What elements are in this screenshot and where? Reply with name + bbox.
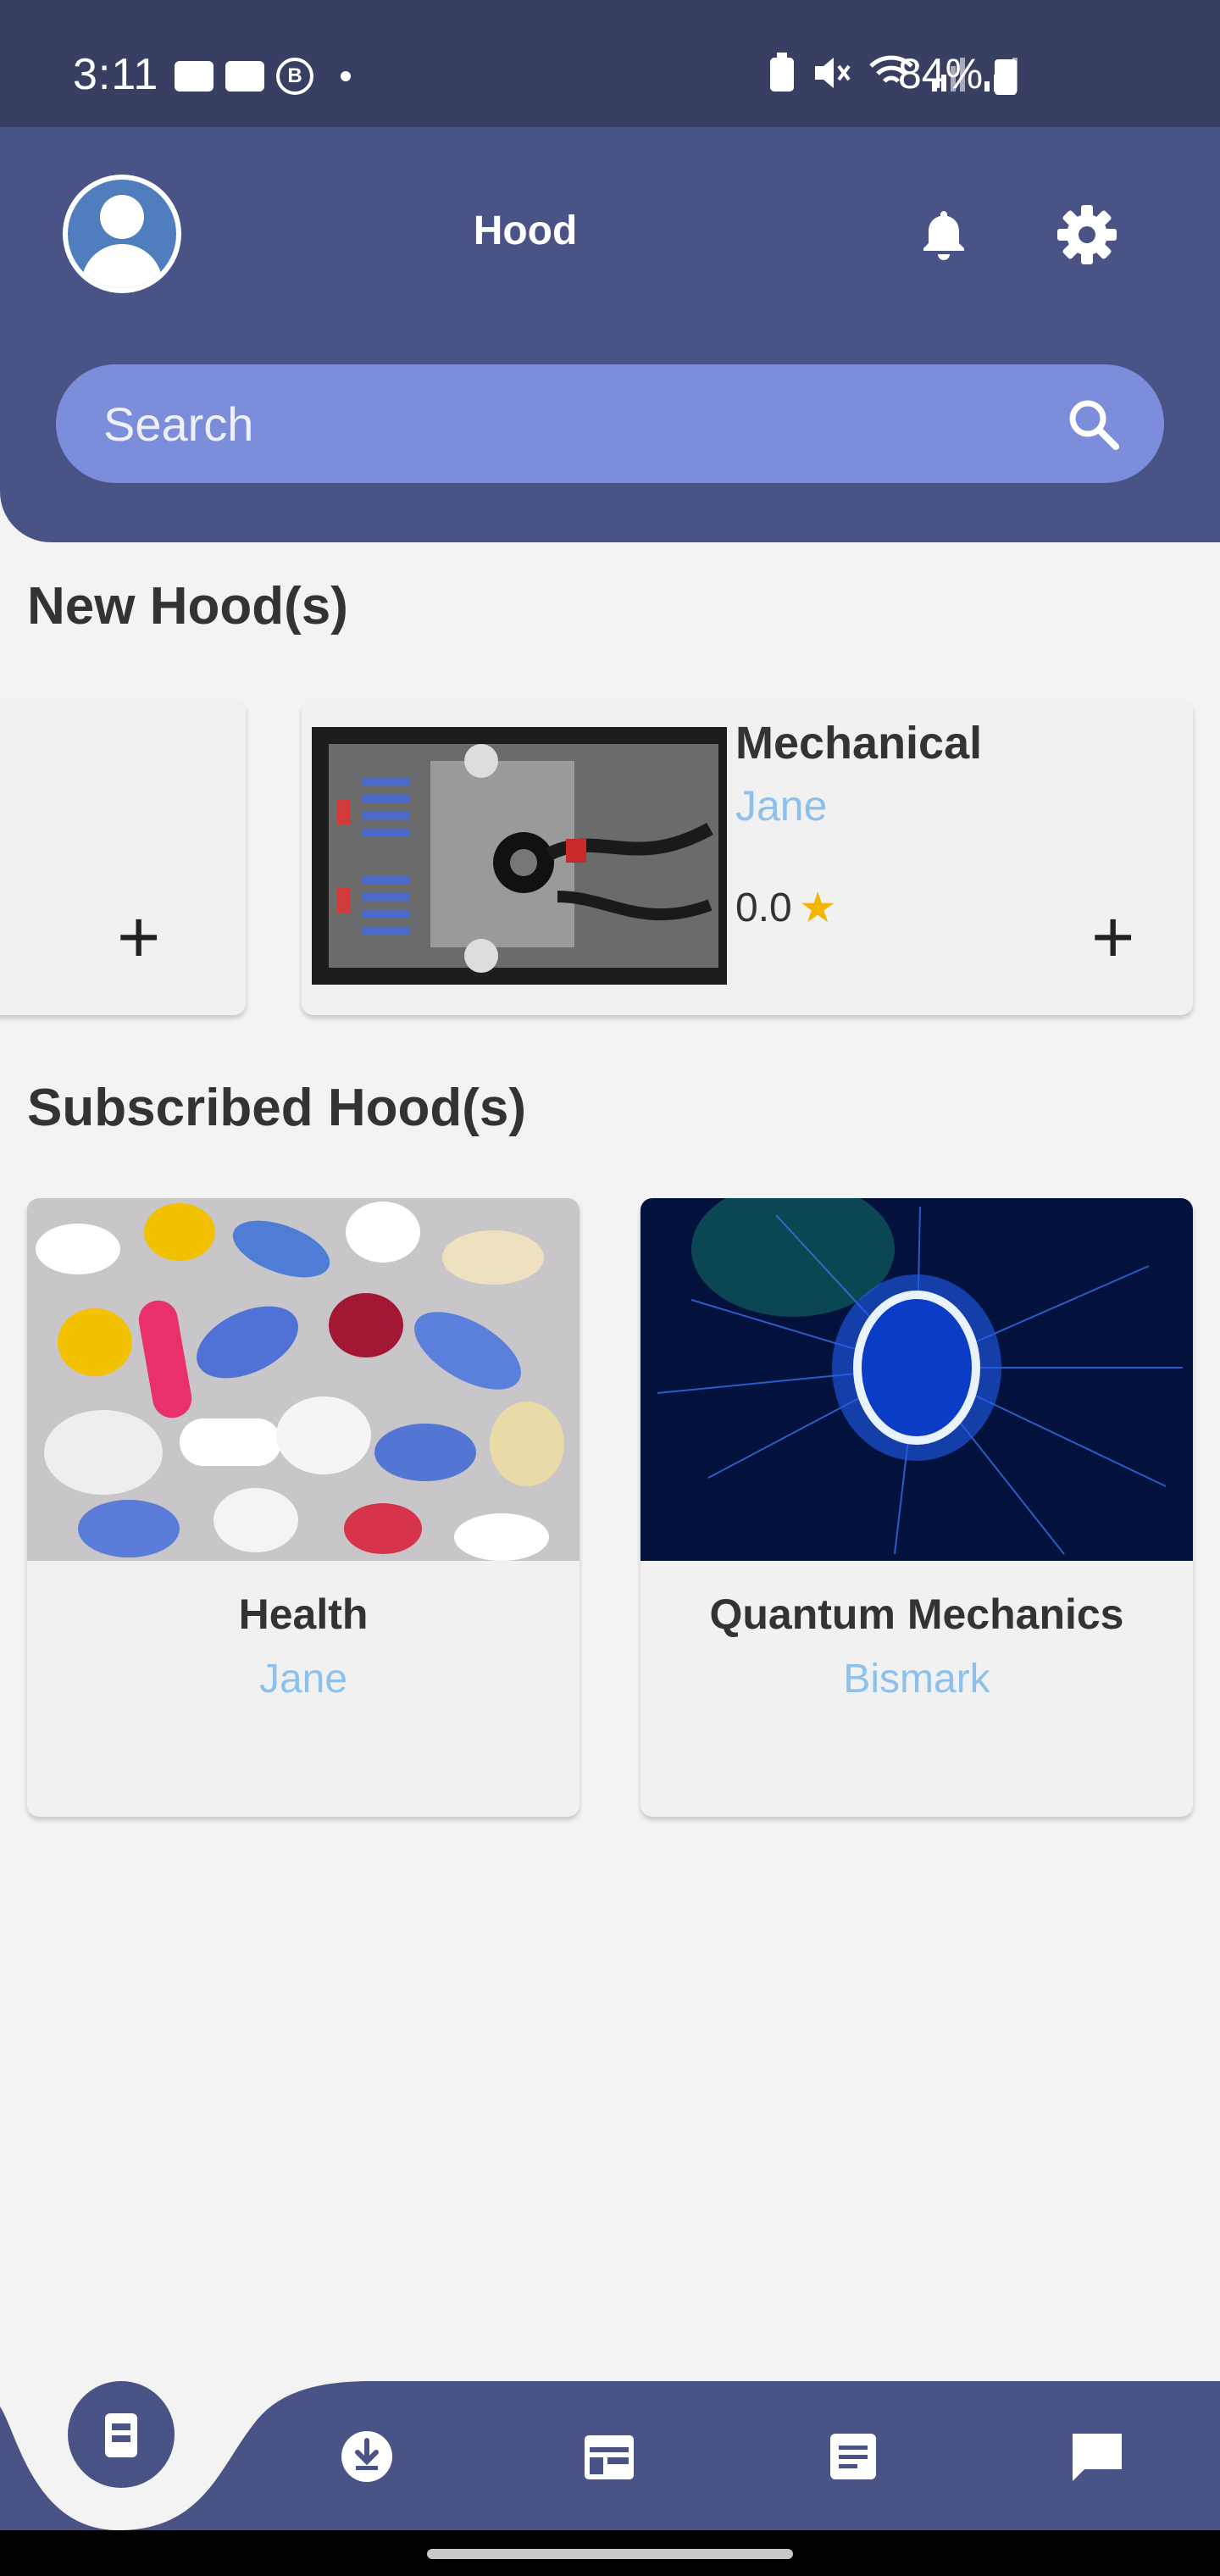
mute-icon — [815, 58, 851, 88]
youtube-icon — [175, 61, 214, 92]
battery-saver-icon — [770, 53, 794, 92]
user-icon — [68, 180, 176, 288]
new-hood-card[interactable]: + — [0, 700, 246, 1015]
gallery-icon — [225, 61, 264, 92]
bell-icon[interactable] — [920, 208, 968, 262]
calendar-icon[interactable] — [580, 2427, 639, 2486]
chat-icon[interactable] — [1068, 2427, 1127, 2486]
subscribed-hood-card[interactable]: Quantum Mechanics Bismark — [640, 1198, 1193, 1817]
hood-image — [27, 1198, 580, 1561]
hood-image — [640, 1198, 1193, 1561]
hood-owner[interactable]: Jane — [735, 781, 827, 830]
nav-home-button[interactable] — [68, 2381, 175, 2488]
search-icon[interactable] — [1066, 397, 1122, 452]
hood-owner[interactable]: Bismark — [640, 1656, 1193, 1702]
add-hood-button[interactable]: + — [117, 900, 160, 974]
rating-value: 0.0 — [735, 885, 792, 930]
battery-icon — [995, 59, 1017, 95]
download-icon[interactable] — [337, 2427, 396, 2486]
dot-icon — [341, 71, 351, 81]
hood-name: Mechanical — [735, 718, 983, 769]
hood-image — [312, 727, 727, 985]
search-input[interactable] — [103, 364, 1035, 483]
status-bar: 3:11 B 84% — [0, 0, 1220, 127]
avatar[interactable] — [63, 175, 181, 293]
new-hood-card[interactable]: Mechanical Jane 0.0 ★ + — [302, 700, 1193, 1015]
status-notification-icons: B — [175, 58, 351, 95]
hood-owner[interactable]: Jane — [27, 1656, 580, 1702]
search-bar[interactable] — [56, 364, 1164, 483]
gear-icon[interactable] — [1056, 203, 1118, 266]
status-time: 3:11 — [73, 50, 159, 99]
add-hood-button[interactable]: + — [1091, 900, 1134, 974]
page-title: Hood — [473, 208, 578, 253]
subscribed-hood-card[interactable]: Health Jane — [27, 1198, 580, 1817]
hood-name: Quantum Mechanics — [709, 1591, 1124, 1638]
b-icon: B — [276, 58, 313, 95]
hood-name: Health — [238, 1591, 369, 1638]
subscribed-hoods-title: Subscribed Hood(s) — [27, 1079, 527, 1137]
home-gesture-handle[interactable] — [427, 2549, 793, 2559]
battery-percent: 84% — [898, 50, 984, 97]
home-icon — [105, 2413, 137, 2457]
hood-rating: 0.0 ★ — [735, 883, 837, 932]
new-hoods-title: New Hood(s) — [27, 577, 348, 636]
star-icon: ★ — [798, 884, 837, 931]
notes-icon[interactable] — [824, 2427, 883, 2486]
